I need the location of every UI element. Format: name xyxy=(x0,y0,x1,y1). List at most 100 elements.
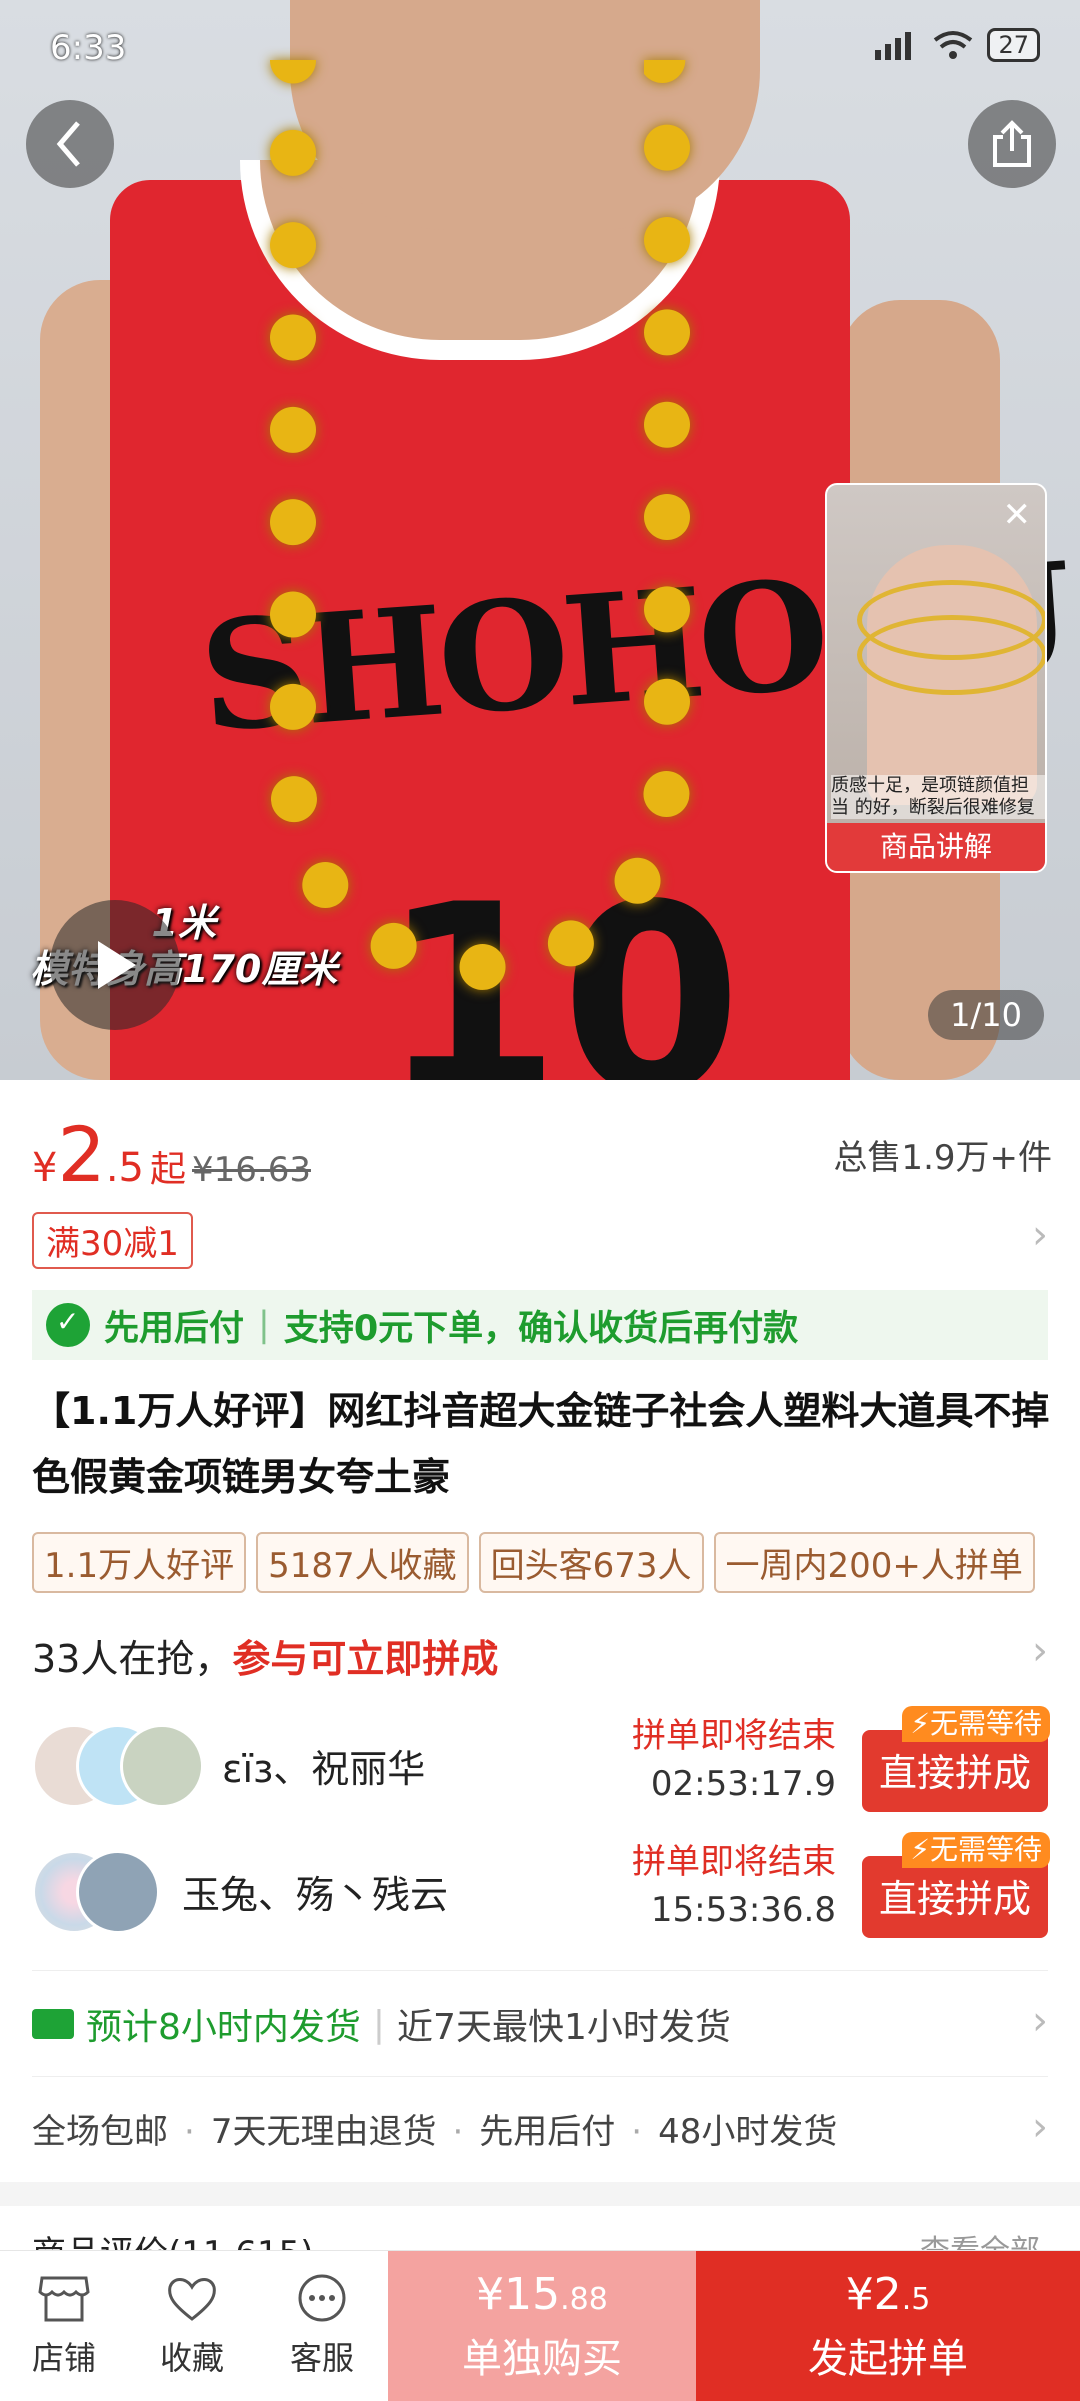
tag-repeat-buyers: 回头客673人 xyxy=(478,1532,704,1593)
divider: | xyxy=(372,2003,386,2045)
join-group-button[interactable]: ⚡无需等待 直接拼成 xyxy=(862,1706,1050,1812)
truck-icon xyxy=(32,2009,74,2039)
join-group-label: 直接拼成 xyxy=(878,1877,1031,1921)
start-group-buy-button[interactable]: ¥2.5 发起拼单 xyxy=(696,2251,1080,2401)
join-group-label: 直接拼成 xyxy=(878,1751,1031,1795)
separator-dot: · xyxy=(452,2112,464,2152)
group-countdown: 拼单即将结束 02:53:17.9 xyxy=(632,1712,836,1808)
gold-chain xyxy=(270,60,690,990)
price-integer: 2 xyxy=(57,1110,106,1199)
rush-count: 33人在抢， xyxy=(32,1637,233,1681)
divider xyxy=(32,1970,1048,1971)
buy-alone-label: 单独购买 xyxy=(462,2336,622,2382)
price-currency: ¥ xyxy=(32,1145,58,1191)
single-price-dec: .88 xyxy=(560,2282,608,2317)
pay-later-label: 先用后付 xyxy=(104,1308,245,1349)
group-price-int: ¥2 xyxy=(845,2269,902,2320)
divider: | xyxy=(258,1305,270,1345)
favorite-button[interactable]: 收藏 xyxy=(142,2271,242,2379)
status-icons: 27 xyxy=(875,28,1040,62)
shipping-fastest: 近7天最快1小时发货 xyxy=(397,2007,731,2048)
service-label: 客服 xyxy=(289,2339,354,2377)
no-wait-label: 无需等待 xyxy=(929,1833,1042,1866)
no-wait-badge: ⚡无需等待 xyxy=(902,1706,1050,1742)
chevron-right-icon[interactable]: › xyxy=(1032,1628,1048,1674)
tag-favorites: 5187人收藏 xyxy=(256,1532,469,1593)
tag-group-orders: 一周内200+人拼单 xyxy=(713,1532,1035,1593)
wifi-icon xyxy=(934,31,973,59)
battery-icon: 27 xyxy=(987,28,1040,62)
image-counter: 1/10 xyxy=(928,990,1044,1040)
store-icon xyxy=(36,2271,92,2327)
customer-service-button[interactable]: 客服 xyxy=(272,2271,372,2379)
share-icon xyxy=(993,120,1031,167)
coupon-badge[interactable]: 满30减1 xyxy=(32,1212,193,1269)
price-suffix: 起 xyxy=(149,1149,186,1190)
pay-later-desc: 支持0元下单，确认收货后再付款 xyxy=(283,1308,799,1349)
explainer-label: 商品讲解 xyxy=(827,823,1045,871)
product-tags: 1.1万人好评 5187人收藏 回头客673人 一周内200+人拼单 xyxy=(32,1532,1035,1593)
heart-icon xyxy=(164,2271,220,2327)
status-bar: 6:33 27 xyxy=(0,20,1080,80)
tag-reviews: 1.1万人好评 xyxy=(32,1532,247,1593)
separator-dot: · xyxy=(631,2112,643,2152)
group-countdown: 拼单即将结束 15:53:36.8 xyxy=(632,1838,836,1934)
group-price: ¥2.5 xyxy=(696,2269,1080,2320)
section-gap xyxy=(0,2182,1080,2206)
single-price-int: ¥15 xyxy=(476,2269,561,2320)
assurance-returns: 7天无理由退货 xyxy=(210,2112,437,2152)
countdown-timer: 15:53:36.8 xyxy=(650,1890,836,1930)
join-group-button[interactable]: ⚡无需等待 直接拼成 xyxy=(862,1832,1050,1938)
buy-alone-button[interactable]: ¥15.88 单独购买 xyxy=(388,2251,696,2401)
no-wait-badge: ⚡无需等待 xyxy=(902,1832,1050,1868)
status-time: 6:33 xyxy=(50,28,127,68)
chevron-right-icon[interactable]: › xyxy=(1032,1212,1048,1258)
back-button[interactable] xyxy=(26,100,114,188)
rush-row[interactable]: 33人在抢，参与可立即拼成 xyxy=(32,1628,498,1683)
rush-cta: 参与可立即拼成 xyxy=(232,1637,499,1681)
original-price: ¥16.63 xyxy=(192,1150,311,1190)
shop-label: 店铺 xyxy=(31,2339,96,2377)
play-video-button[interactable] xyxy=(50,900,180,1030)
pay-later-banner[interactable]: 先用后付 | 支持0元下单，确认收货后再付款 xyxy=(32,1290,1048,1360)
group-member-names: 玉兔、殇丶残云 xyxy=(182,1873,449,1917)
no-wait-label: 无需等待 xyxy=(929,1707,1042,1740)
chat-icon xyxy=(294,2271,350,2327)
avatar xyxy=(76,1850,160,1934)
price-row: ¥2.5 起 ¥16.63 总售1.9万+件 xyxy=(32,1110,1052,1199)
favorite-label: 收藏 xyxy=(159,2339,224,2377)
bottom-action-bar: 店铺 收藏 客服 ¥15.88 单独购买 ¥2.5 发起拼单 xyxy=(0,2250,1080,2401)
explainer-bangle xyxy=(857,615,1045,695)
countdown-timer: 02:53:17.9 xyxy=(650,1764,836,1804)
shipping-estimate: 预计8小时内发货 xyxy=(86,2007,361,2048)
price-decimal: .5 xyxy=(105,1145,144,1191)
assurance-48h: 48小时发货 xyxy=(658,2112,838,2152)
pay-later-icon xyxy=(46,1303,90,1347)
assurance-pay-later: 先用后付 xyxy=(479,2112,616,2152)
avatar xyxy=(120,1724,204,1808)
explainer-subtitle: 质感十足，是项链颜值担当 的好，断裂后很难修复 xyxy=(831,775,1045,819)
play-icon xyxy=(98,941,136,989)
chevron-left-icon xyxy=(56,121,80,167)
start-group-label: 发起拼单 xyxy=(808,2336,968,2382)
close-icon[interactable]: ✕ xyxy=(1003,495,1032,535)
product-title: 【1.1万人好评】网红抖音超大金链子社会人塑料大道具不掉色假黄金项链男女夸土豪 xyxy=(32,1389,1050,1499)
signal-icon xyxy=(875,32,912,60)
share-button[interactable] xyxy=(968,100,1056,188)
group-order-row: εїз、祝丽华 拼单即将结束 02:53:17.9 ⚡无需等待 直接拼成 xyxy=(32,1706,1050,1812)
total-sold: 总售1.9万+件 xyxy=(833,1138,1052,1178)
service-assurances[interactable]: 全场包邮 · 7天无理由退货 · 先用后付 · 48小时发货 xyxy=(32,2104,837,2153)
shop-button[interactable]: 店铺 xyxy=(14,2271,114,2379)
group-order-row: 玉兔、殇丶残云 拼单即将结束 15:53:36.8 ⚡无需等待 直接拼成 xyxy=(32,1832,1050,1938)
shipping-row[interactable]: 预计8小时内发货 | 近7天最快1小时发货 xyxy=(32,1998,731,2050)
assurance-free-shipping: 全场包邮 xyxy=(32,2112,168,2152)
product-image-carousel[interactable]: SHOHOKU 10 1米 模特身高170厘米 6:33 27 1/10 ✕ 质… xyxy=(0,0,1080,1080)
divider xyxy=(32,2076,1048,2077)
single-price: ¥15.88 xyxy=(388,2269,696,2320)
group-price-dec: .5 xyxy=(901,2282,931,2317)
separator-dot: · xyxy=(184,2112,195,2152)
ending-label: 拼单即将结束 xyxy=(632,1716,836,1756)
product-explainer-video[interactable]: ✕ 质感十足，是项链颜值担当 的好，断裂后很难修复 商品讲解 xyxy=(825,483,1047,873)
chevron-right-icon[interactable]: › xyxy=(1032,2104,1048,2150)
chevron-right-icon[interactable]: › xyxy=(1032,1998,1048,2044)
